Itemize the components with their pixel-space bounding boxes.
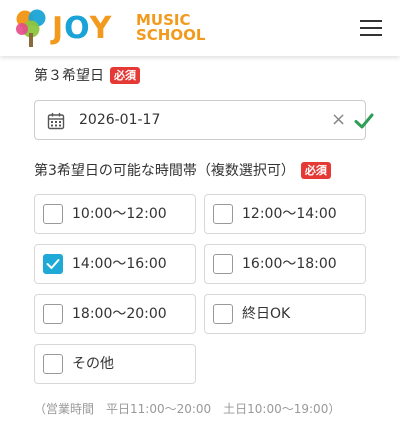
time-slot-option[interactable]: 14:00〜16:00 <box>34 244 196 284</box>
joy-music-school-logo[interactable]: JOY MUSIC SCHOOL <box>14 7 214 49</box>
checkbox[interactable] <box>213 304 233 324</box>
checkbox[interactable] <box>213 254 233 274</box>
date-value: 2026-01-17 <box>79 112 161 128</box>
time-slot-label: 12:00〜14:00 <box>242 206 337 222</box>
logo-wordmark: JOY <box>52 11 113 46</box>
time-slot-option[interactable]: 終日OK <box>204 294 366 334</box>
time-slot-label: その他 <box>72 356 114 372</box>
time-slot-option[interactable]: 18:00〜20:00 <box>34 294 196 334</box>
checkbox[interactable] <box>213 204 233 224</box>
time-slots-label: 第3希望日の可能な時間帯（複数選択可） 必須 <box>34 162 331 180</box>
checkbox-checked[interactable] <box>43 254 63 274</box>
time-slot-label: 16:00〜18:00 <box>242 256 337 272</box>
checkbox[interactable] <box>43 354 63 374</box>
time-slot-label: 終日OK <box>242 306 291 322</box>
time-slot-label: 10:00〜12:00 <box>72 206 167 222</box>
checkbox[interactable] <box>43 204 63 224</box>
third-choice-date-label: 第３希望日 必須 <box>34 67 140 85</box>
time-slot-label: 18:00〜20:00 <box>72 306 167 322</box>
time-slot-label: 14:00〜16:00 <box>72 256 167 272</box>
logo-subtitle: MUSIC SCHOOL <box>136 11 206 44</box>
checkbox[interactable] <box>43 304 63 324</box>
calendar-icon <box>47 113 65 130</box>
time-slot-option[interactable]: 16:00〜18:00 <box>204 244 366 284</box>
required-badge: 必須 <box>110 67 140 84</box>
tree-logo-icon <box>16 9 46 47</box>
checkmark-icon <box>354 113 374 129</box>
business-hours-note: （営業時間 平日11:00〜20:00 土日10:00〜19:00） <box>34 402 341 416</box>
clear-date-button[interactable]: × <box>331 111 346 129</box>
third-choice-date-input[interactable]: 2026-01-17 × <box>34 100 374 140</box>
site-header: JOY MUSIC SCHOOL <box>0 0 400 56</box>
required-badge: 必須 <box>300 162 331 179</box>
time-slot-option[interactable]: 10:00〜12:00 <box>34 194 196 234</box>
time-slot-option[interactable]: その他 <box>34 344 196 384</box>
check-icon <box>46 259 60 269</box>
hamburger-menu-icon[interactable] <box>358 17 384 39</box>
time-slot-option[interactable]: 12:00〜14:00 <box>204 194 366 234</box>
